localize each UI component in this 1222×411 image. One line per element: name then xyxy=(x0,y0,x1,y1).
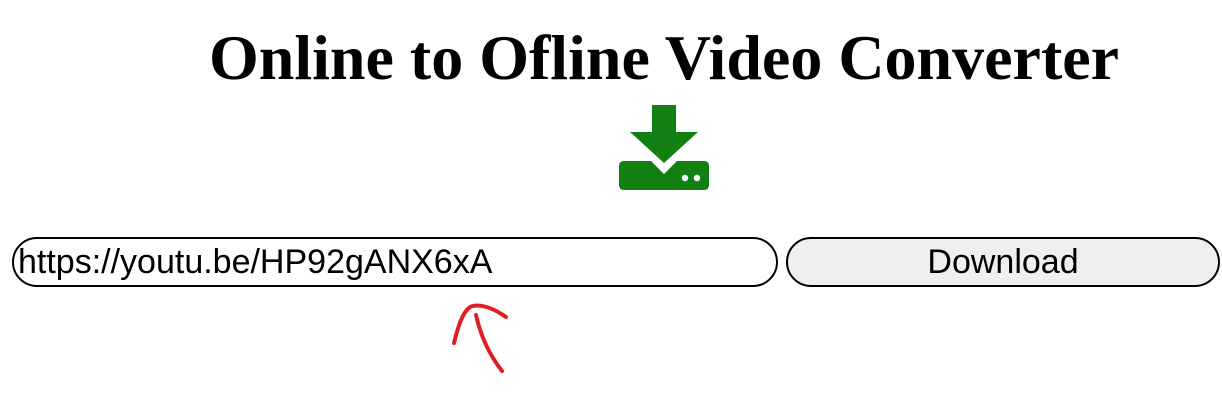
download-button[interactable]: Download xyxy=(786,237,1220,287)
page-title: Online to Ofline Video Converter xyxy=(208,22,1120,93)
url-input[interactable] xyxy=(12,237,778,287)
title-container: Online to Ofline Video Converter xyxy=(0,0,1222,100)
download-icon xyxy=(619,105,709,190)
red-arrow-annotation xyxy=(452,303,508,373)
page: Online to Ofline Video Converter Downloa… xyxy=(0,0,1222,411)
